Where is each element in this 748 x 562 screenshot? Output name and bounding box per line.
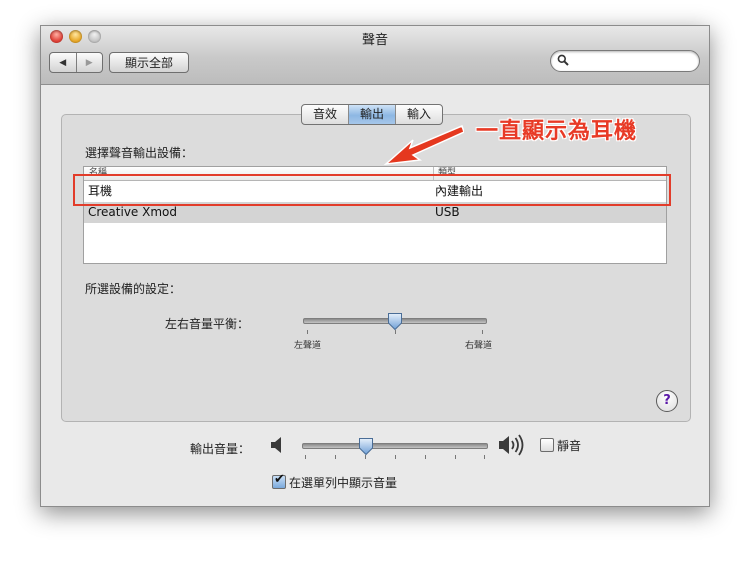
search-input[interactable]	[573, 52, 695, 70]
balance-label: 左右音量平衡：	[165, 317, 250, 331]
slider-tick	[484, 455, 485, 459]
nav-button-group: ◀ ▶	[49, 52, 103, 73]
left-channel-label: 左聲道	[294, 341, 322, 351]
search-icon	[557, 54, 569, 66]
show-all-button[interactable]: 顯示全部	[109, 52, 189, 73]
device-settings-label: 所選設備的設定：	[85, 282, 182, 296]
volume-slider-knob[interactable]	[358, 437, 374, 456]
tab-output[interactable]: 輸出	[349, 105, 397, 124]
speaker-high-icon[interactable]	[497, 432, 527, 458]
slider-tick	[425, 455, 426, 459]
mute-checkbox[interactable]	[540, 438, 554, 452]
back-button[interactable]: ◀	[50, 53, 77, 72]
annotation-text: 一直顯示為耳機	[476, 119, 638, 144]
right-channel-label: 右聲道	[465, 341, 493, 351]
forward-button[interactable]: ▶	[77, 53, 103, 72]
volume-slider-track	[302, 443, 488, 449]
search-field[interactable]	[550, 50, 700, 72]
show-volume-in-menubar-label: 在選單列中顯示音量	[289, 476, 398, 490]
mute-label: 靜音	[557, 439, 582, 453]
help-button[interactable]: ?	[656, 390, 678, 412]
annotation-arrow-icon	[383, 124, 464, 166]
slider-tick	[395, 455, 396, 459]
tab-input[interactable]: 輸入	[396, 105, 442, 124]
checkmark-icon: ✔	[274, 472, 285, 487]
balance-slider[interactable]	[303, 312, 487, 334]
slider-tick	[482, 330, 483, 334]
output-volume-slider[interactable]	[302, 437, 488, 459]
title-bar: 聲音 ◀ ▶ 顯示全部	[41, 26, 709, 85]
sound-preferences-window: 聲音 ◀ ▶ 顯示全部 音效 輸出 輸入 選擇聲音輸出設備： 名稱 類型 耳機 …	[40, 25, 710, 507]
select-device-label: 選擇聲音輸出設備：	[85, 146, 194, 160]
balance-slider-knob[interactable]	[387, 312, 403, 331]
window-title: 聲音	[361, 33, 388, 48]
slider-tick	[307, 330, 308, 334]
output-volume-label: 輸出音量：	[190, 442, 251, 456]
annotation-highlight-box	[73, 174, 671, 206]
slider-tick	[305, 455, 306, 459]
tab-bar: 音效 輸出 輸入	[301, 104, 444, 125]
slider-tick	[335, 455, 336, 459]
tab-sound-effects[interactable]: 音效	[302, 105, 350, 124]
slider-tick	[455, 455, 456, 459]
speaker-low-icon[interactable]	[269, 435, 285, 455]
show-volume-in-menubar-checkbox[interactable]: ✔	[272, 472, 286, 489]
